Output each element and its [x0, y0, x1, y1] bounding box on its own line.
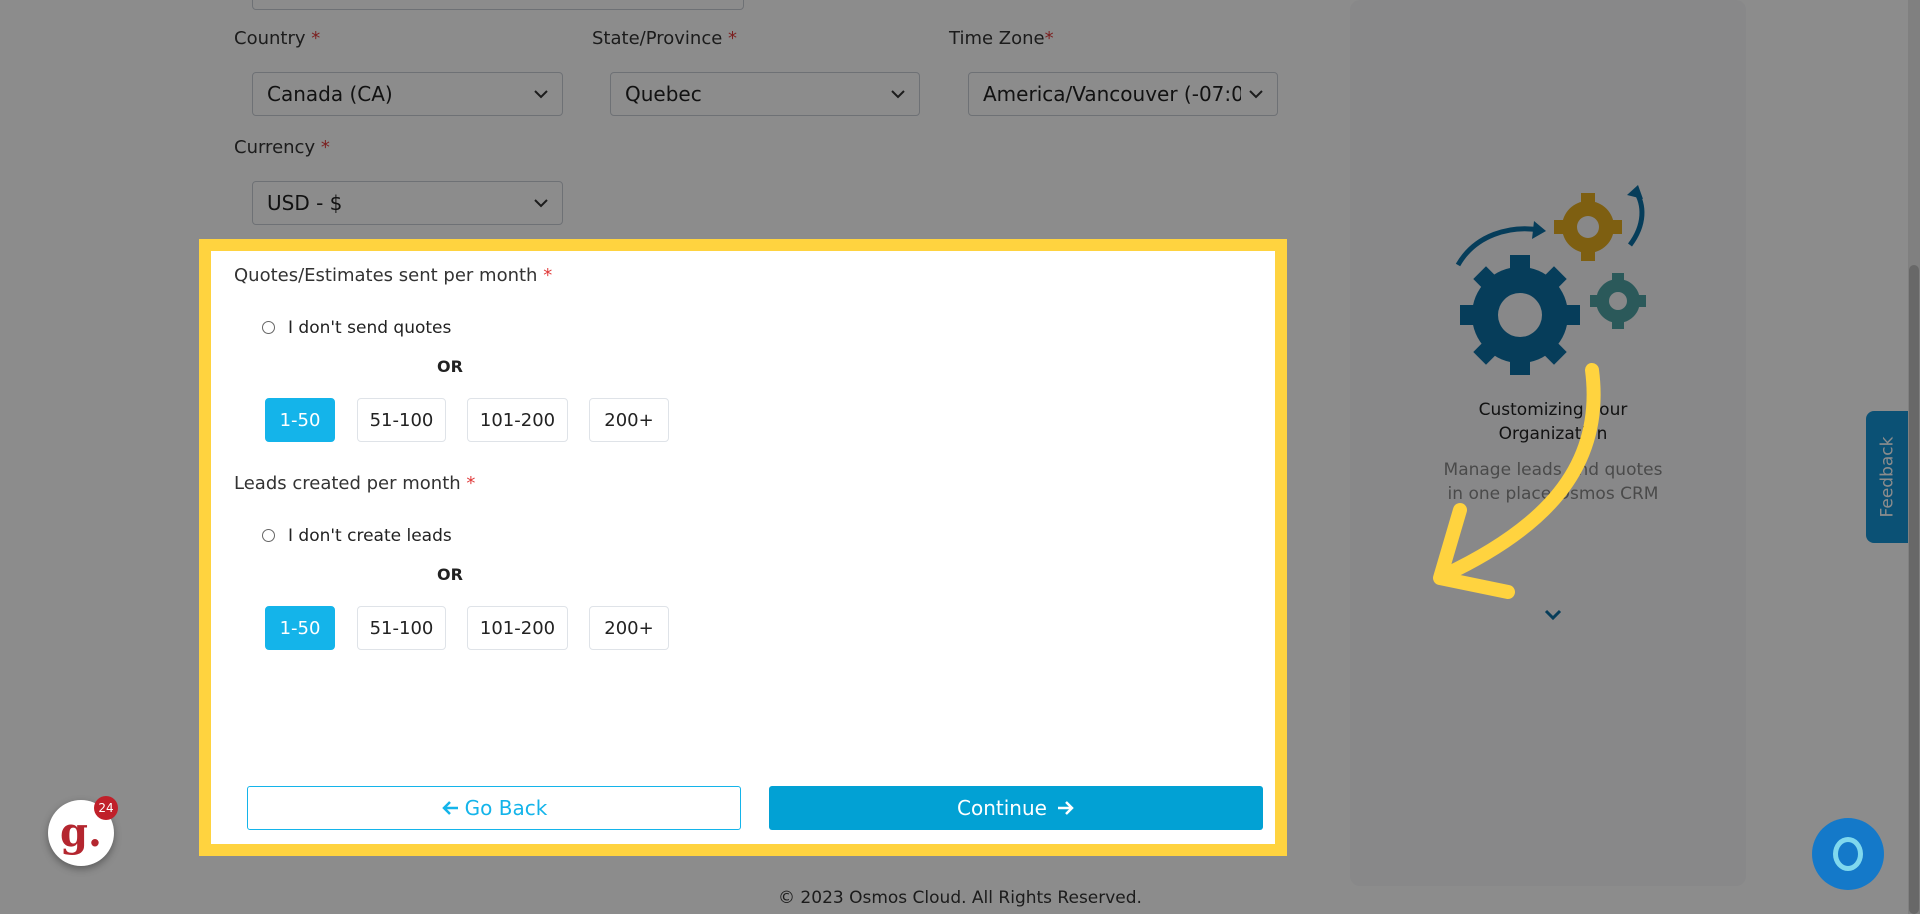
scrollbar-thumb[interactable] [1909, 265, 1919, 914]
country-select[interactable]: Canada (CA) [252, 72, 563, 116]
currency-select[interactable]: USD - $ [252, 181, 563, 225]
chevron-down-icon [1249, 89, 1263, 98]
chat-widget-button[interactable] [1812, 818, 1884, 890]
country-value: Canada (CA) [267, 82, 393, 106]
go-back-label: Go Back [464, 796, 548, 820]
state-value: Quebec [625, 82, 702, 106]
timezone-select[interactable]: America/Vancouver (-07:0 [968, 72, 1278, 116]
footer-copyright: © 2023 Osmos Cloud. All Rights Reserved. [778, 888, 1142, 908]
chevron-down-icon [534, 89, 548, 98]
feedback-tab[interactable]: Feedback [1866, 411, 1908, 543]
chevron-down-icon[interactable] [1544, 609, 1562, 621]
notification-badge: 24 [94, 796, 118, 820]
previous-field-input[interactable] [252, 0, 744, 10]
country-label: Country * [234, 28, 321, 49]
usage-form-card: Quotes/Estimates sent per month * I don'… [199, 239, 1287, 856]
leads-option-200-plus[interactable]: 200+ [589, 606, 669, 650]
g-logo-icon: g. [60, 809, 102, 856]
leads-option-51-100[interactable]: 51-100 [357, 606, 446, 650]
state-select[interactable]: Quebec [610, 72, 920, 116]
leads-option-101-200[interactable]: 101-200 [467, 606, 568, 650]
chevron-down-icon [891, 89, 905, 98]
go-back-button[interactable]: Go Back [247, 786, 741, 830]
arrow-right-icon [1057, 801, 1074, 815]
continue-button[interactable]: Continue [769, 786, 1263, 830]
quotes-option-101-200[interactable]: 101-200 [467, 398, 568, 442]
quotes-label: Quotes/Estimates sent per month * [234, 265, 553, 286]
quotes-option-200-plus[interactable]: 200+ [589, 398, 669, 442]
leads-option-1-50[interactable]: 1-50 [265, 606, 335, 650]
leads-none-radio[interactable] [262, 529, 275, 542]
quotes-or-label: OR [437, 357, 463, 376]
leads-none-label: I don't create leads [288, 526, 452, 546]
leads-label: Leads created per month * [234, 473, 476, 494]
arrow-left-icon [441, 801, 458, 815]
quotes-none-label: I don't send quotes [288, 318, 452, 338]
quotes-option-51-100[interactable]: 51-100 [357, 398, 446, 442]
leads-or-label: OR [437, 565, 463, 584]
gears-illustration [1455, 185, 1646, 375]
timezone-label: Time Zone* [949, 28, 1054, 49]
pointer-arrow-icon [1433, 363, 1601, 599]
feedback-label: Feedback [1877, 436, 1897, 518]
chevron-down-icon [534, 198, 548, 207]
currency-value: USD - $ [267, 191, 343, 215]
state-label: State/Province * [592, 28, 738, 49]
continue-label: Continue [957, 796, 1047, 820]
quotes-option-1-50[interactable]: 1-50 [265, 398, 335, 442]
timezone-value: America/Vancouver (-07:0 [983, 82, 1241, 106]
quotes-none-radio[interactable] [262, 321, 275, 334]
currency-label: Currency * [234, 137, 330, 158]
chat-ring-icon [1833, 837, 1863, 871]
